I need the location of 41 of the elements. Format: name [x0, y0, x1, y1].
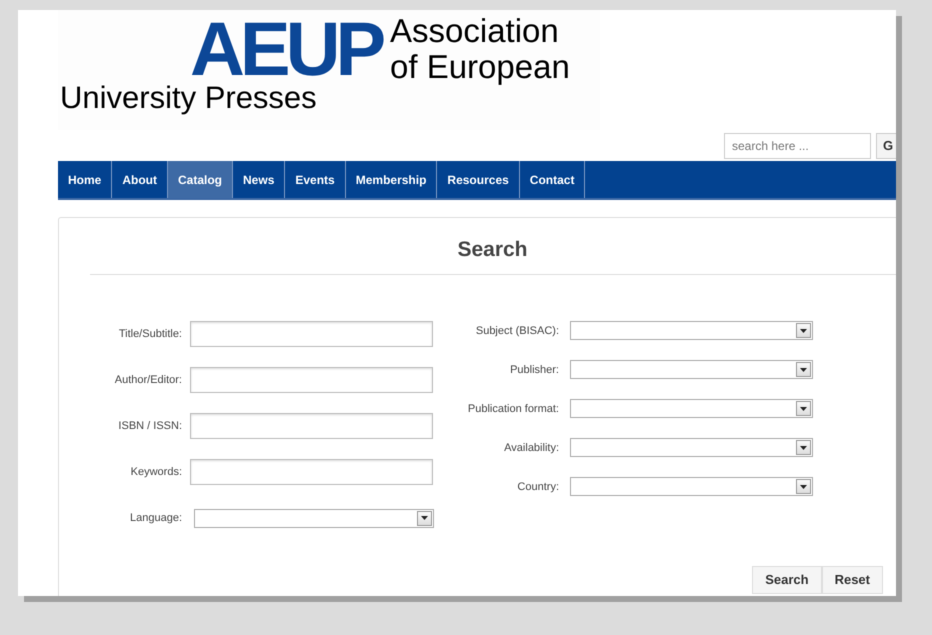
dropdown-field[interactable]: [570, 477, 813, 496]
logo-text: of European: [390, 50, 570, 83]
text-field[interactable]: [190, 321, 433, 347]
dropdown-button[interactable]: [796, 440, 811, 455]
dropdown-button[interactable]: [796, 323, 811, 338]
dropdown-button[interactable]: [417, 510, 432, 526]
text-field[interactable]: [190, 459, 433, 485]
search-field[interactable]: search here ...: [724, 133, 871, 159]
dropdown-button[interactable]: [796, 401, 811, 416]
field-label: Author/Editor:: [114, 372, 183, 388]
field-label: Subject (BISAC):: [474, 324, 559, 339]
field-label: Keywords:: [130, 464, 183, 480]
form-button[interactable]: Search: [752, 566, 822, 594]
dropdown-button[interactable]: [796, 479, 811, 494]
dropdown-field[interactable]: [194, 508, 434, 528]
field-label: Country:: [516, 480, 559, 495]
field-label: Publisher:: [509, 363, 559, 378]
caret-icon: [800, 368, 807, 372]
caret-icon: [800, 406, 807, 410]
dropdown-field[interactable]: [570, 438, 813, 457]
caret-icon: [800, 484, 807, 488]
logo-text: Association: [390, 14, 559, 47]
field-label: Title/Subtitle:: [118, 326, 183, 342]
go-button[interactable]: G: [876, 133, 896, 159]
field-label: Publication format:: [467, 402, 559, 417]
field-label: Language:: [129, 510, 183, 526]
caret-icon: [800, 328, 807, 332]
caret-icon: [421, 516, 428, 520]
dropdown-field[interactable]: [570, 360, 813, 379]
field-label: Availability:: [503, 441, 559, 456]
form-title: Search: [456, 237, 529, 263]
dropdown-field[interactable]: [570, 399, 813, 418]
text-field[interactable]: [190, 413, 433, 439]
dropdown-field[interactable]: [570, 321, 813, 340]
text-field[interactable]: [190, 367, 433, 393]
field-label: ISBN / ISSN:: [117, 418, 183, 434]
caret-icon: [800, 446, 807, 450]
nav-tab[interactable]: Membership: [346, 161, 438, 198]
dropdown-button[interactable]: [796, 362, 811, 377]
form-button[interactable]: Reset: [822, 566, 883, 594]
nav-tab[interactable]: Catalog: [168, 161, 234, 198]
